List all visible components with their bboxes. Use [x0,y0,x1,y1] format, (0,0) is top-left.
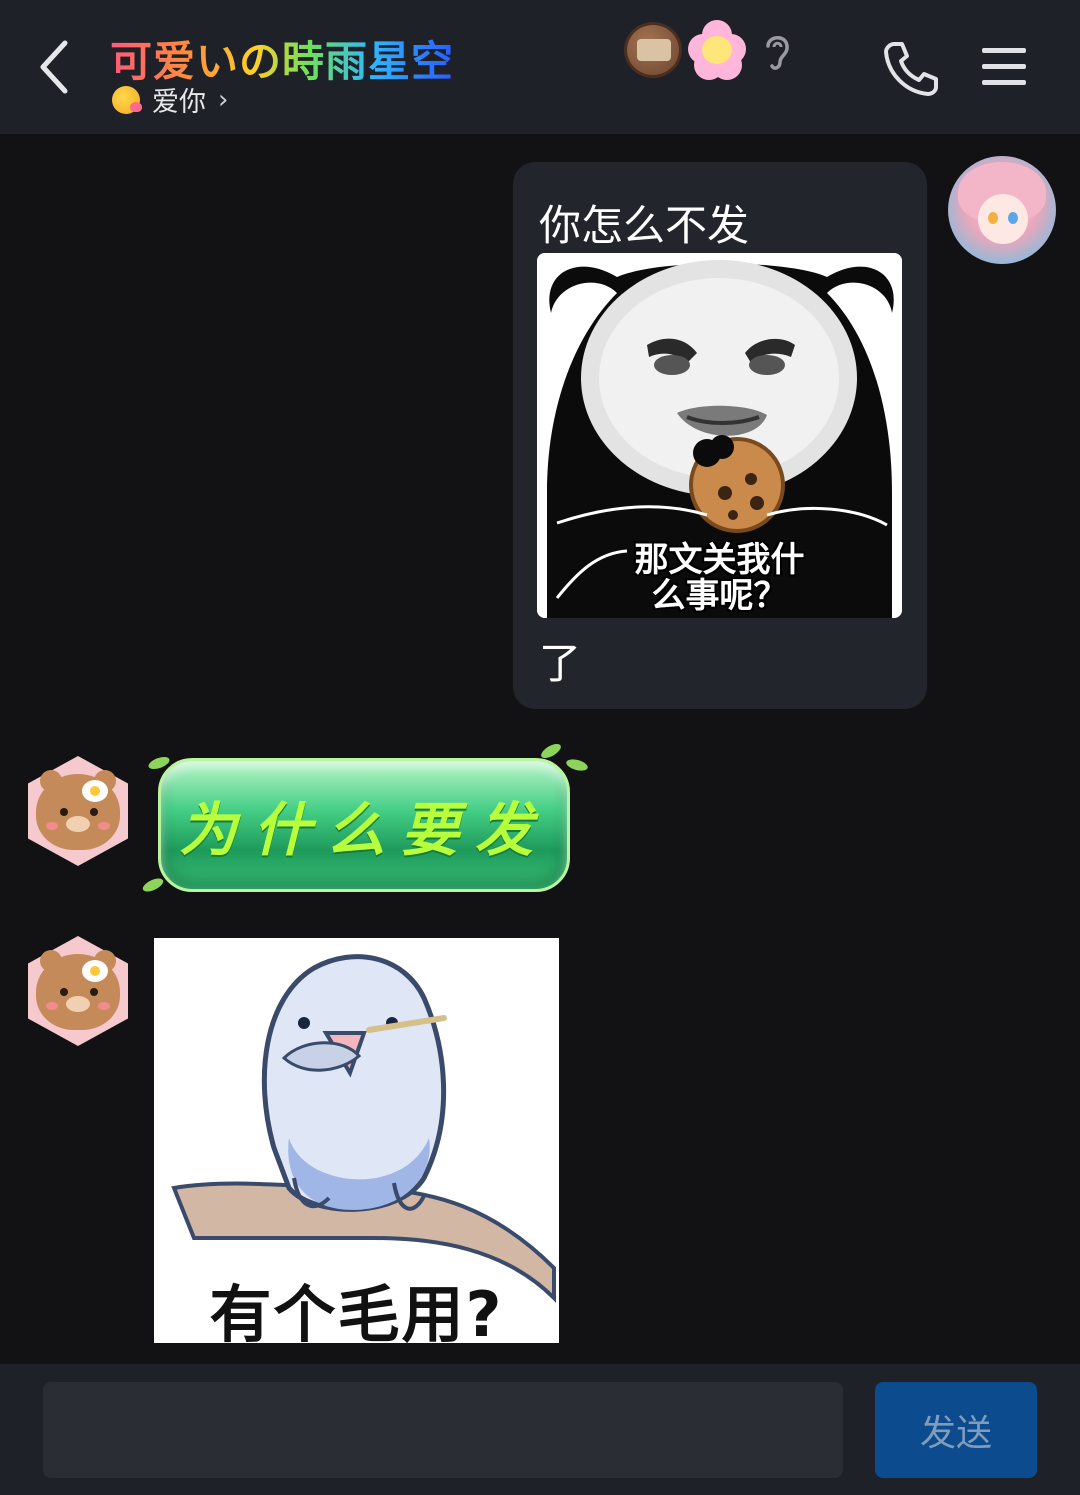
message-bubble-outgoing[interactable]: 你怎么不发 那文关我什 么事呢？ 了 [513,162,927,709]
ear-icon[interactable] [760,30,794,74]
my-avatar[interactable] [948,156,1056,264]
send-button[interactable]: 发送 [875,1382,1037,1478]
message-text: 了 [539,639,582,688]
composer-bar: 发送 [0,1364,1080,1495]
leaf-decoration [140,875,166,895]
bird-sticker-image[interactable]: 有个毛用? [154,938,559,1343]
contact-avatar[interactable] [28,756,128,866]
chat-subtitle[interactable]: 爱你 › [112,80,228,119]
panda-meme-image[interactable]: 那文关我什 么事呢？ [537,253,902,618]
leaf-decoration [565,757,589,773]
back-button[interactable] [28,34,78,100]
smiling-face-emoji-icon [112,85,142,114]
phone-icon[interactable] [880,38,942,100]
sticker-caption: 有个毛用? [209,1278,504,1343]
mooncake-badge-icon[interactable] [624,22,682,78]
chevron-right-icon: › [218,84,229,115]
back-arrow-icon [40,40,68,94]
image-caption-line1: 那文关我什 [634,540,805,580]
menu-icon[interactable] [980,44,1030,90]
chat-header: 可爱いの時雨星空 爱你 › [0,0,1080,134]
message-text: 你怎么不发 [539,201,750,250]
image-caption-line2: 么事呢？ [651,576,788,616]
contact-avatar[interactable] [28,936,128,1046]
message-bubble-incoming-styled[interactable]: 为什么要发 [158,758,570,892]
message-input[interactable] [43,1382,843,1478]
chat-screen: 可爱いの時雨星空 爱你 › 你怎么不发 那文关我什 么事呢？ 了 为什么要发 有… [0,0,1080,1495]
flower-badge-icon[interactable] [688,20,746,80]
subtitle-text: 爱你 [152,87,206,118]
message-text: 为什么要发 [178,796,549,864]
